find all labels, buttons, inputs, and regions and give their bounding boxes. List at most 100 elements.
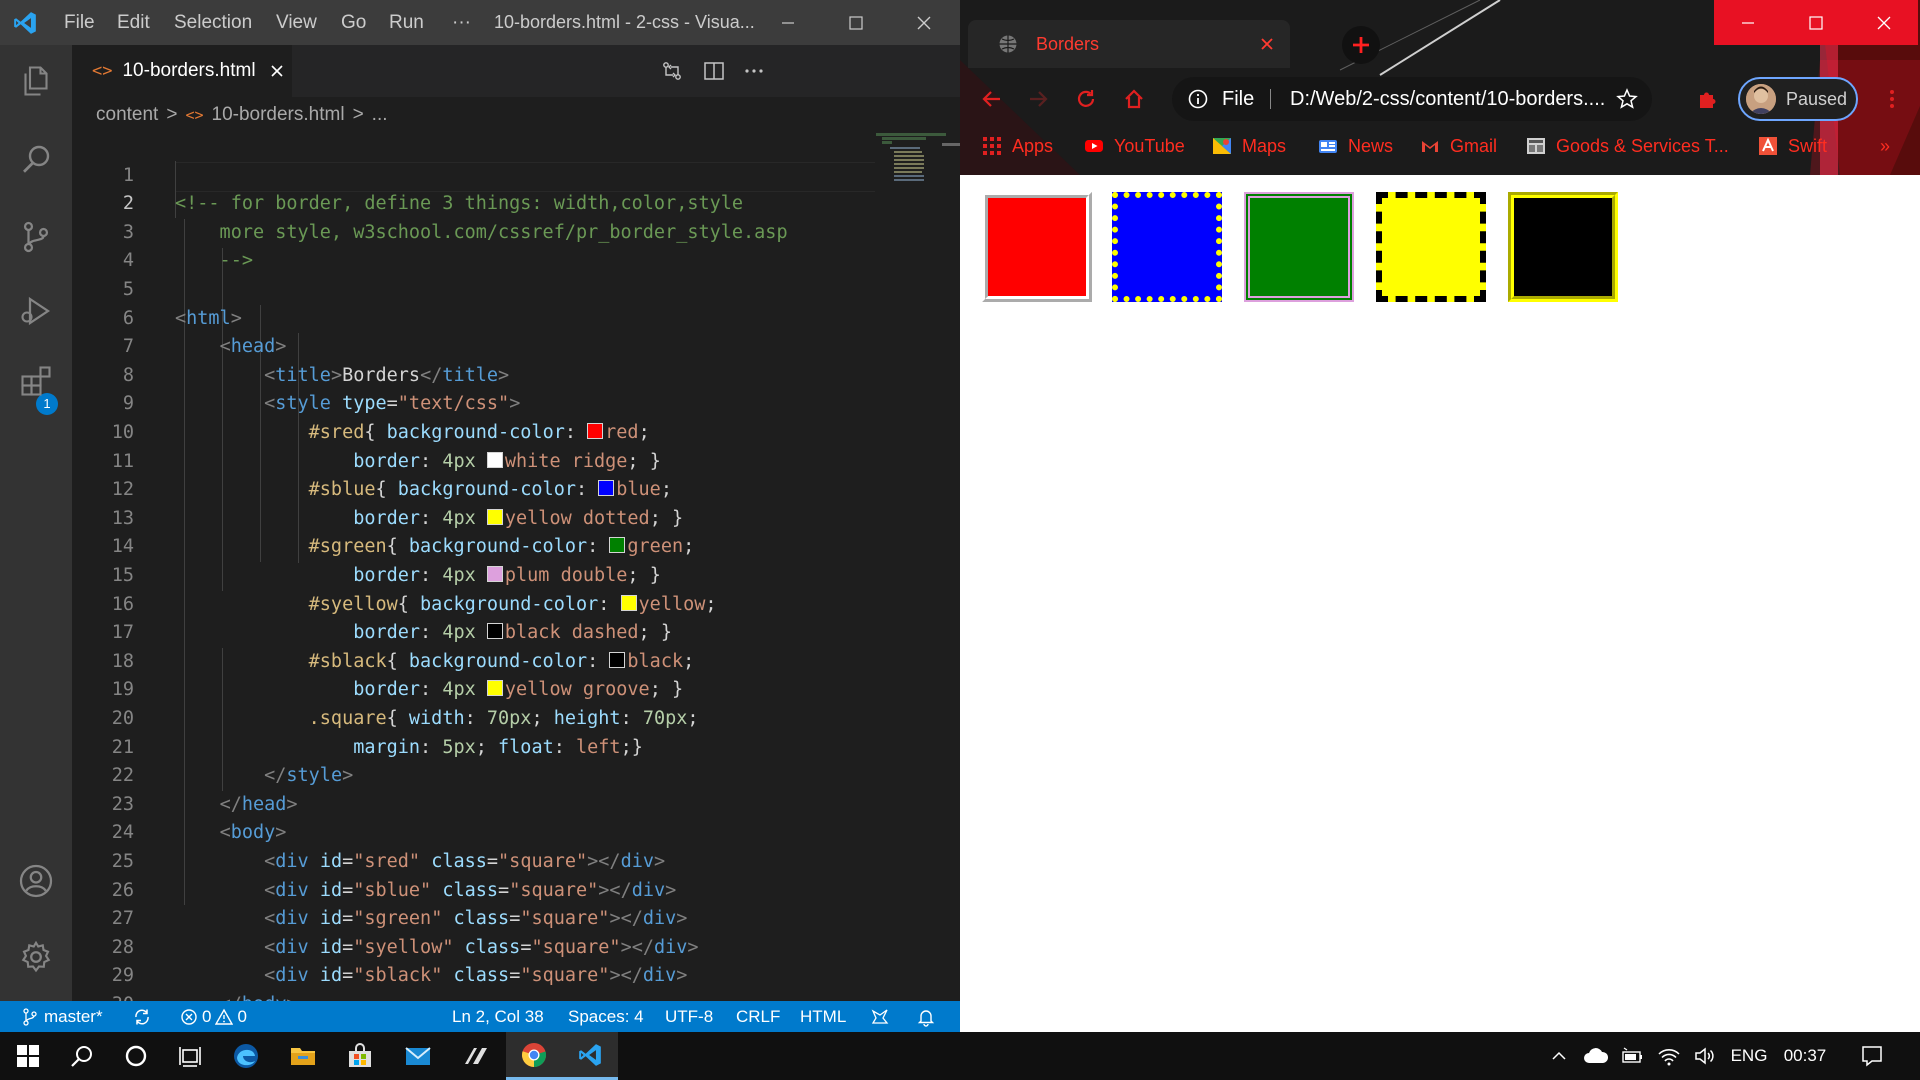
omnibox-separator <box>1270 89 1271 109</box>
windows-logo-icon <box>17 1045 39 1067</box>
code-line: 13 #sgreen{ background-color: green; <box>72 476 872 558</box>
bookmark-news[interactable]: News <box>1318 128 1393 164</box>
bookmark-maps[interactable]: Maps <box>1212 128 1286 164</box>
maximize-button[interactable] <box>1782 0 1850 45</box>
code-line: 8 <style type="text/css"> <box>72 333 872 415</box>
cortana-button[interactable] <box>108 1032 164 1080</box>
menu-edit[interactable]: Edit <box>117 0 150 45</box>
code-line: 12 border: 4px yellow dotted; } <box>72 448 872 529</box>
breadcrumb-file[interactable]: 10-borders.html <box>212 104 345 126</box>
notifications-button[interactable] <box>916 1001 936 1032</box>
vscode-taskbar-button[interactable] <box>562 1032 618 1080</box>
code-editor[interactable]: 1 <!-- for border, define 3 things: widt… <box>72 133 960 1032</box>
tab-close-icon[interactable] <box>270 64 284 78</box>
branch-status[interactable]: master* <box>22 1001 103 1032</box>
cursor-position[interactable]: Ln 2, Col 38 <box>452 1001 544 1032</box>
source-control-button[interactable]: 1 <box>0 201 72 415</box>
search-button[interactable] <box>0 123 72 195</box>
bookmark-label: Maps <box>1242 135 1287 156</box>
home-button[interactable] <box>1116 81 1152 117</box>
show-hidden-icons-button[interactable] <box>1544 1032 1574 1080</box>
tab-close-icon <box>1261 38 1273 50</box>
menu-view[interactable]: View <box>276 0 317 45</box>
app-button[interactable] <box>448 1032 504 1080</box>
menu-selection[interactable]: Selection <box>174 0 252 45</box>
run-debug-button[interactable] <box>0 275 72 347</box>
onedrive-button[interactable] <box>1578 1032 1614 1080</box>
maps-icon <box>1213 138 1231 154</box>
open-changes-button[interactable] <box>650 45 694 97</box>
menu-go[interactable]: Go <box>341 0 366 45</box>
indentation[interactable]: Spaces: 4 <box>568 1001 644 1032</box>
maximize-button[interactable] <box>826 0 886 45</box>
battery-button[interactable] <box>1616 1032 1650 1080</box>
input-language[interactable]: ENG <box>1728 1032 1770 1080</box>
apps-grid-icon <box>983 137 1001 155</box>
close-button[interactable] <box>894 0 954 45</box>
problems-status[interactable]: 0 0 <box>180 1001 247 1032</box>
battery-charging-icon <box>1622 1047 1642 1063</box>
bookmark-gmail[interactable]: Gmail <box>1420 128 1497 164</box>
bookmark-label: Goods & Services T... <box>1556 135 1729 156</box>
chrome-frame: Borders File D:/Web/2-css/content/10-bor… <box>960 0 1920 175</box>
more-actions-button[interactable] <box>732 45 776 97</box>
start-button[interactable] <box>0 1032 56 1080</box>
network-button[interactable] <box>1652 1032 1686 1080</box>
back-button[interactable] <box>974 81 1010 117</box>
minimize-button[interactable] <box>1714 0 1782 45</box>
close-button[interactable] <box>1850 0 1918 45</box>
code-line: 22 </head> <box>72 734 872 815</box>
task-view-button[interactable] <box>162 1032 218 1080</box>
volume-button[interactable] <box>1688 1032 1722 1080</box>
action-center-button[interactable] <box>1848 1032 1896 1080</box>
reload-button[interactable] <box>1068 81 1104 117</box>
bookmark-goods-services[interactable]: Goods & Services T... <box>1526 128 1729 164</box>
chrome-taskbar-button[interactable] <box>506 1032 562 1080</box>
url-scheme-chip: File <box>1222 88 1255 110</box>
encoding[interactable]: UTF-8 <box>665 1001 713 1032</box>
browser-tab[interactable]: Borders <box>968 20 1290 68</box>
breadcrumb-symbol[interactable]: ... <box>372 104 388 126</box>
forward-arrow-icon <box>1030 91 1048 107</box>
mail-button[interactable] <box>390 1032 446 1080</box>
breadcrumb-folder[interactable]: content <box>96 104 158 126</box>
forward-button[interactable] <box>1020 81 1056 117</box>
bookmark-swift[interactable]: Swift <box>1758 128 1827 164</box>
taskbar-search-button[interactable] <box>54 1032 110 1080</box>
split-editor-button[interactable] <box>692 45 736 97</box>
end-of-line[interactable]: CRLF <box>736 1001 780 1032</box>
settings-button[interactable] <box>0 921 72 993</box>
extensions-button[interactable] <box>1690 81 1726 117</box>
wifi-icon <box>1658 1049 1680 1066</box>
explorer-button[interactable] <box>0 45 72 117</box>
profile-button[interactable]: Paused <box>1738 77 1858 121</box>
code-line: 14 border: 4px plum double; } <box>72 505 872 586</box>
menu-more[interactable]: ··· <box>452 0 471 45</box>
language-mode[interactable]: HTML <box>800 1001 846 1032</box>
clock[interactable]: 00:37 <box>1776 1032 1834 1080</box>
file-explorer-button[interactable] <box>275 1032 331 1080</box>
new-tab-button[interactable] <box>1342 26 1380 64</box>
address-bar[interactable]: File D:/Web/2-css/content/10-borders.... <box>1172 77 1652 121</box>
scrollbar-marker[interactable] <box>942 143 960 146</box>
feedback-button[interactable] <box>870 1001 890 1032</box>
code-line: 27 <div id="syellow" class="square"></di… <box>72 877 872 958</box>
sync-button[interactable] <box>132 1001 152 1032</box>
tab-10-borders-html[interactable]: <> 10-borders.html <box>72 45 292 97</box>
menu-run[interactable]: Run <box>389 0 424 45</box>
source-control-icon <box>23 221 49 253</box>
search-icon <box>23 145 50 173</box>
minimize-button[interactable] <box>758 0 818 45</box>
edge-button[interactable] <box>218 1032 274 1080</box>
extensions-button[interactable] <box>0 345 72 417</box>
bookmarks-overflow-button[interactable]: » <box>1880 128 1890 164</box>
accounts-button[interactable] <box>0 845 72 917</box>
bookmark-apps[interactable]: Apps <box>982 128 1053 164</box>
chrome-menu-button[interactable] <box>1874 81 1910 117</box>
bookmark-youtube[interactable]: YouTube <box>1084 128 1185 164</box>
store-button[interactable] <box>332 1032 388 1080</box>
minimap[interactable] <box>876 133 946 193</box>
reload-icon <box>1077 90 1095 107</box>
menu-file[interactable]: File <box>64 0 95 45</box>
close-icon <box>1877 16 1891 29</box>
